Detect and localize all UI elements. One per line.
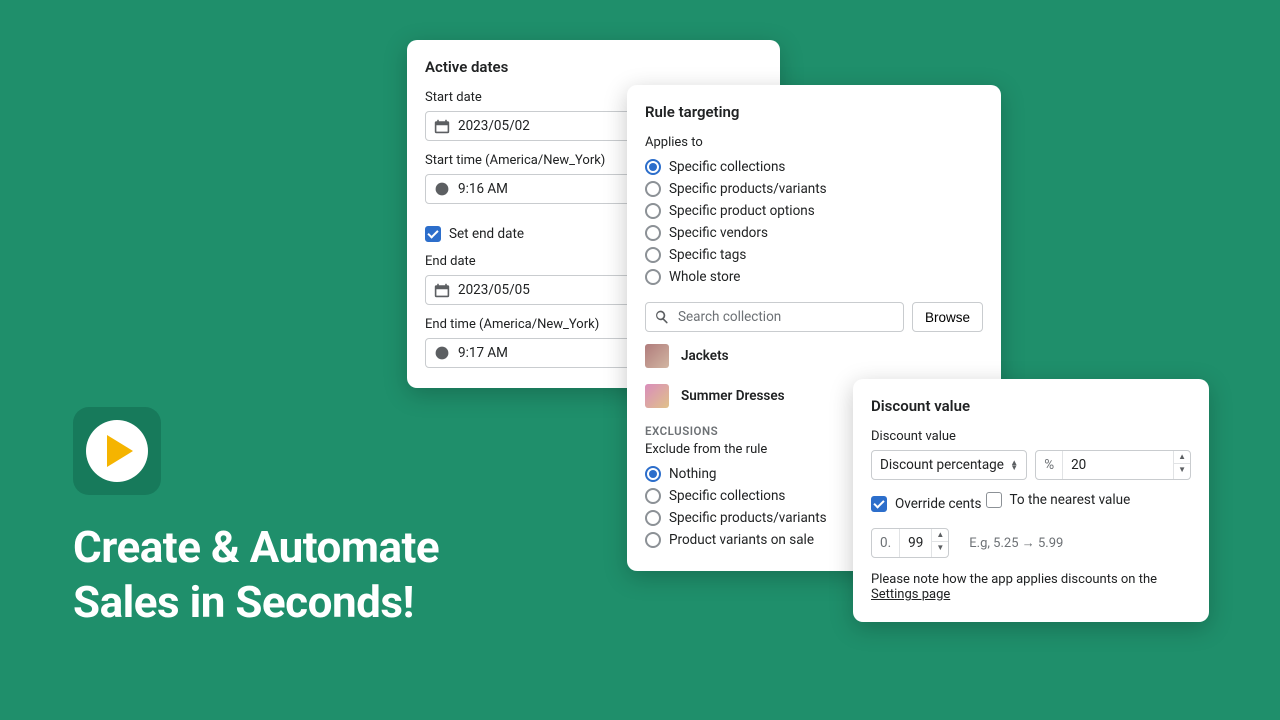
override-example: E.g, 5.25 → 5.99 <box>969 535 1063 551</box>
collection-name: Jackets <box>681 348 729 364</box>
start-time-value: 9:16 AM <box>458 181 508 197</box>
applies-to-option[interactable]: Specific products/variants <box>645 178 983 200</box>
set-end-date-label: Set end date <box>449 226 524 242</box>
stepper-icon[interactable]: ▲▼ <box>1173 451 1190 479</box>
discount-type-selected: Discount percentage <box>880 457 1004 473</box>
end-date-value: 2023/05/05 <box>458 282 530 298</box>
discount-type-select[interactable]: Discount percentage ▲▼ <box>871 450 1027 480</box>
exclude-option-label: Specific collections <box>669 488 785 504</box>
applies-to-option-label: Specific product options <box>669 203 815 219</box>
radio-icon <box>645 488 661 504</box>
percent-prefix: % <box>1036 451 1063 479</box>
nearest-value-label: To the nearest value <box>1010 492 1131 508</box>
collection-thumbnail <box>645 344 669 368</box>
checkbox-icon <box>425 226 441 242</box>
radio-icon <box>645 510 661 526</box>
radio-icon <box>645 203 661 219</box>
search-icon <box>654 309 670 325</box>
collection-item[interactable]: Jackets <box>645 332 983 372</box>
radio-icon <box>645 269 661 285</box>
override-cents-label: Override cents <box>895 496 982 512</box>
collection-thumbnail <box>645 384 669 408</box>
discount-value-label: Discount value <box>871 429 1191 444</box>
applies-to-option-label: Specific vendors <box>669 225 768 241</box>
calendar-icon <box>434 282 450 298</box>
hero-headline: Create & AutomateSales in Seconds! <box>73 520 439 630</box>
play-icon <box>86 420 148 482</box>
exclude-option-label: Product variants on sale <box>669 532 814 548</box>
applies-to-option-label: Whole store <box>669 269 740 285</box>
settings-page-link[interactable]: Settings page <box>871 587 950 602</box>
cents-value: 99 <box>900 529 931 557</box>
applies-to-option[interactable]: Specific product options <box>645 200 983 222</box>
checkbox-icon <box>871 496 887 512</box>
card-title: Rule targeting <box>645 103 983 121</box>
radio-icon <box>645 532 661 548</box>
end-time-value: 9:17 AM <box>458 345 508 361</box>
applies-to-option[interactable]: Specific vendors <box>645 222 983 244</box>
radio-icon <box>645 181 661 197</box>
radio-icon <box>645 466 661 482</box>
exclude-option-label: Nothing <box>669 466 717 482</box>
discount-note: Please note how the app applies discount… <box>871 572 1191 602</box>
discount-percent-input[interactable]: % 20 ▲▼ <box>1035 450 1191 480</box>
clock-icon <box>434 181 450 197</box>
radio-icon <box>645 225 661 241</box>
discount-percent-value: 20 <box>1063 451 1173 479</box>
applies-to-option[interactable]: Whole store <box>645 266 983 288</box>
override-cents-input[interactable]: 0. 99 ▲▼ <box>871 528 949 558</box>
cents-prefix: 0. <box>872 529 900 557</box>
card-title: Active dates <box>425 58 762 76</box>
override-cents-checkbox[interactable]: Override cents <box>871 496 982 512</box>
app-logo <box>73 407 161 495</box>
applies-to-option-label: Specific tags <box>669 247 746 263</box>
nearest-value-checkbox[interactable]: To the nearest value <box>986 492 1131 508</box>
stepper-icon[interactable]: ▲▼ <box>931 529 948 557</box>
browse-button[interactable]: Browse <box>912 302 983 332</box>
chevron-updown-icon: ▲▼ <box>1010 460 1018 470</box>
checkbox-icon <box>986 492 1002 508</box>
set-end-date-checkbox[interactable]: Set end date <box>425 226 524 242</box>
applies-to-option[interactable]: Specific tags <box>645 244 983 266</box>
search-collection-input[interactable]: Search collection <box>645 302 904 332</box>
applies-to-option-label: Specific products/variants <box>669 181 827 197</box>
exclude-option-label: Specific products/variants <box>669 510 827 526</box>
clock-icon <box>434 345 450 361</box>
calendar-icon <box>434 118 450 134</box>
applies-to-option[interactable]: Specific collections <box>645 156 983 178</box>
search-placeholder: Search collection <box>678 309 781 325</box>
applies-to-option-label: Specific collections <box>669 159 785 175</box>
discount-value-card: Discount value Discount value Discount p… <box>853 379 1209 622</box>
radio-icon <box>645 247 661 263</box>
card-title: Discount value <box>871 397 1191 415</box>
collection-name: Summer Dresses <box>681 388 785 404</box>
radio-icon <box>645 159 661 175</box>
start-date-value: 2023/05/02 <box>458 118 530 134</box>
applies-to-label: Applies to <box>645 135 983 150</box>
